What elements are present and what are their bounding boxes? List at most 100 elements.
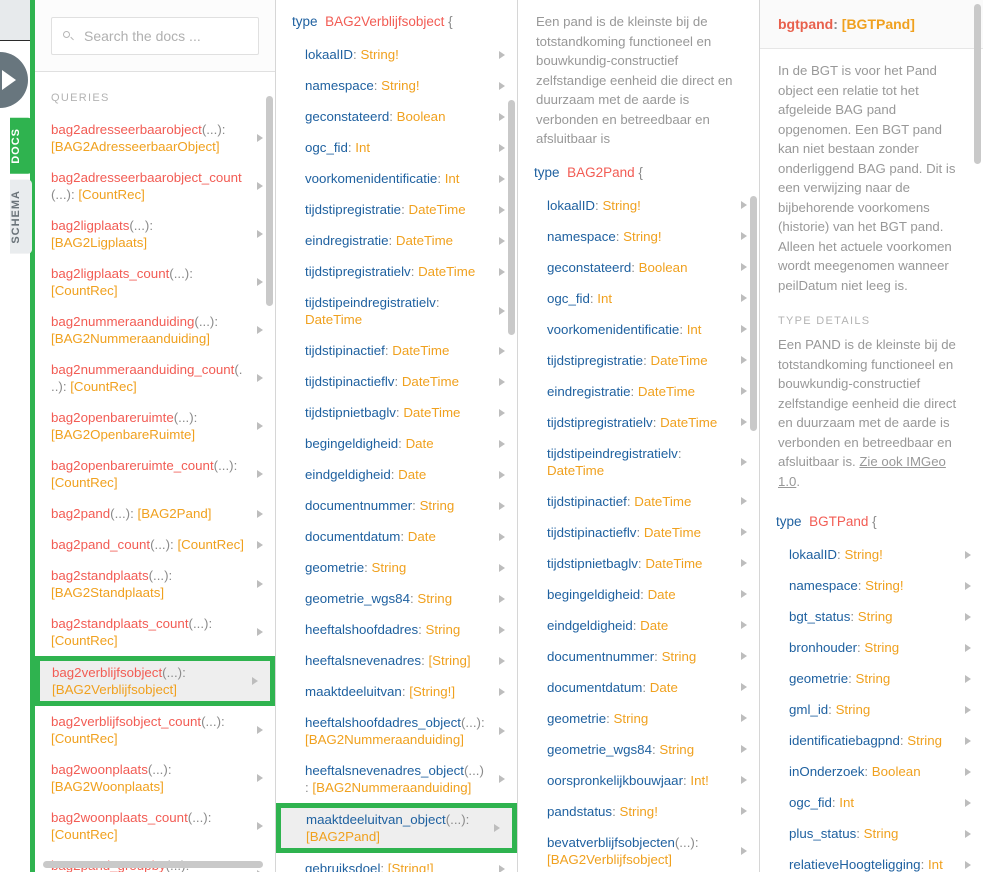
field-name[interactable]: begingeldigheid <box>547 587 640 602</box>
field-name[interactable]: identificatiebagpnd <box>789 733 900 748</box>
field-name[interactable]: eindregistratie <box>547 384 631 399</box>
field-name[interactable]: ogc_fid <box>305 140 348 155</box>
field-type[interactable]: [CountRec] <box>51 475 118 490</box>
field-name[interactable]: documentdatum <box>305 529 400 544</box>
field-row[interactable]: bevatverblijfsobjecten(...): [BAG2Verbli… <box>518 827 759 872</box>
field-name[interactable]: namespace <box>305 78 374 93</box>
field-row-selected[interactable]: bag2verblijfsobject(...): [BAG2Verblijfs… <box>35 656 275 706</box>
field-type[interactable]: Int <box>355 140 370 155</box>
field-type[interactable]: DateTime <box>305 312 362 327</box>
field-name[interactable]: namespace <box>789 578 858 593</box>
field-name[interactable]: ogc_fid <box>789 795 832 810</box>
field-name[interactable]: tijdstipeindregistratielv <box>305 295 436 310</box>
field-name[interactable]: namespace <box>547 229 616 244</box>
field-row[interactable]: geometrie: String <box>276 552 517 583</box>
field-type[interactable]: String <box>417 591 452 606</box>
field-type[interactable]: String <box>864 826 899 841</box>
field-row[interactable]: geometrie: String <box>760 663 983 694</box>
field-type[interactable]: String <box>907 733 942 748</box>
field-row[interactable]: tijdstipregistratie: DateTime <box>276 194 517 225</box>
field-row[interactable]: bgt_status: String <box>760 601 983 632</box>
field-row[interactable]: tijdstipinactieflv: DateTime <box>518 517 759 548</box>
field-type[interactable]: DateTime <box>638 384 695 399</box>
field-row[interactable]: tijdstipregistratielv: DateTime <box>276 256 517 287</box>
field-type[interactable]: [BAG2Pand] <box>306 829 380 844</box>
search-box[interactable] <box>51 17 259 55</box>
field-name[interactable]: tijdstipinactieflv <box>547 525 636 540</box>
field-type[interactable]: Int <box>839 795 854 810</box>
field-row[interactable]: bag2woonplaats_count(...): [CountRec] <box>35 802 275 850</box>
field-name[interactable]: relatieveHoogteligging <box>789 857 921 872</box>
field-row[interactable]: identificatiebagpnd: String <box>760 725 983 756</box>
field-row[interactable]: voorkomenidentificatie: Int <box>276 163 517 194</box>
field-row[interactable]: ogc_fid: Int <box>760 787 983 818</box>
field-name[interactable]: bag2verblijfsobject <box>52 665 162 680</box>
field-type[interactable]: Boolean <box>872 764 921 779</box>
field-name[interactable]: geometrie <box>789 671 848 686</box>
field-name[interactable]: geometrie_wgs84 <box>305 591 410 606</box>
field-name[interactable]: bag2woonplaats_count <box>51 810 188 825</box>
field-type[interactable]: [BGTPand] <box>842 16 915 32</box>
field-row[interactable]: tijdstipeindregistratielv: DateTime <box>276 287 517 335</box>
field-row[interactable]: namespace: String! <box>518 221 759 252</box>
field-type[interactable]: [CountRec] <box>78 187 145 202</box>
field-name[interactable]: tijdstipregistratie <box>305 202 401 217</box>
field-name[interactable]: tijdstipregistratielv <box>305 264 411 279</box>
field-name[interactable]: maaktdeeluitvan_object <box>306 812 446 827</box>
field-name[interactable]: begingeldigheid <box>305 436 398 451</box>
field-type[interactable]: Int <box>928 857 943 872</box>
field-row[interactable]: pandstatus: String! <box>518 796 759 827</box>
field-type[interactable]: [BAG2Nummeraanduiding] <box>312 780 471 795</box>
field-name[interactable]: voorkomenidentificatie <box>547 322 679 337</box>
field-name[interactable]: lokaalID <box>547 198 595 213</box>
field-row[interactable]: maaktdeeluitvan: [String!] <box>276 676 517 707</box>
field-row[interactable]: geometrie: String <box>518 703 759 734</box>
field-name[interactable]: pandstatus <box>547 804 612 819</box>
field-name[interactable]: ogc_fid <box>547 291 590 306</box>
field-row[interactable]: eindgeldigheid: Date <box>276 459 517 490</box>
field-row[interactable]: eindgeldigheid: Date <box>518 610 759 641</box>
field-type[interactable]: Date <box>640 618 668 633</box>
field-type[interactable]: Date <box>406 436 434 451</box>
field-type[interactable]: [String] <box>428 653 470 668</box>
field-name[interactable]: bag2woonplaats <box>51 762 148 777</box>
field-row[interactable]: heeftalshoofdadres: String <box>276 614 517 645</box>
field-row[interactable]: heeftalsnevenadres: [String] <box>276 645 517 676</box>
field-name[interactable]: geometrie <box>305 560 364 575</box>
field-type[interactable]: String! <box>619 804 657 819</box>
field-name[interactable]: tijdstipnietbaglv <box>305 405 396 420</box>
field-row[interactable]: gml_id: String <box>760 694 983 725</box>
field-type[interactable]: [CountRec] <box>51 827 118 842</box>
field-row[interactable]: lokaalID: String! <box>518 190 759 221</box>
field-type[interactable]: [BAG2Verblijfsobject] <box>52 682 177 697</box>
field-row[interactable]: voorkomenidentificatie: Int <box>518 314 759 345</box>
field-type[interactable]: String <box>858 609 893 624</box>
field-name[interactable]: bronhouder <box>789 640 857 655</box>
field-type[interactable]: [CountRec] <box>51 633 118 648</box>
field-row[interactable]: geconstateerd: Boolean <box>518 252 759 283</box>
field-type[interactable]: [CountRec] <box>177 537 244 552</box>
field-type[interactable]: DateTime <box>408 202 465 217</box>
field-type[interactable]: [BAG2Nummeraanduiding] <box>305 732 464 747</box>
field-type[interactable]: [BAG2Pand] <box>138 506 212 521</box>
field-name[interactable]: documentdatum <box>547 680 642 695</box>
field-type[interactable]: String! <box>381 78 419 93</box>
field-row[interactable]: geconstateerd: Boolean <box>276 101 517 132</box>
field-row[interactable]: oorspronkelijkbouwjaar: Int! <box>518 765 759 796</box>
field-type[interactable]: DateTime <box>645 556 702 571</box>
field-row[interactable]: bag2woonplaats(...): [BAG2Woonplaats] <box>35 754 275 802</box>
field-name[interactable]: tijdstipinactief <box>305 343 385 358</box>
field-type[interactable]: String <box>836 702 871 717</box>
field-name[interactable]: eindgeldigheid <box>547 618 633 633</box>
field-row[interactable]: bag2verblijfsobject_count(...): [CountRe… <box>35 706 275 754</box>
field-type[interactable]: String! <box>602 198 640 213</box>
field-name[interactable]: bag2verblijfsobject_count <box>51 714 201 729</box>
field-row[interactable]: inOnderzoek: Boolean <box>760 756 983 787</box>
field-type[interactable]: Boolean <box>397 109 446 124</box>
field-name[interactable]: geconstateerd <box>305 109 389 124</box>
field-row[interactable]: plus_status: String <box>760 818 983 849</box>
field-name[interactable]: geometrie_wgs84 <box>547 742 652 757</box>
field-name[interactable]: bag2standplaats <box>51 568 149 583</box>
field-type[interactable]: [BAG2Ligplaats] <box>51 235 147 250</box>
field-type[interactable]: DateTime <box>402 374 459 389</box>
